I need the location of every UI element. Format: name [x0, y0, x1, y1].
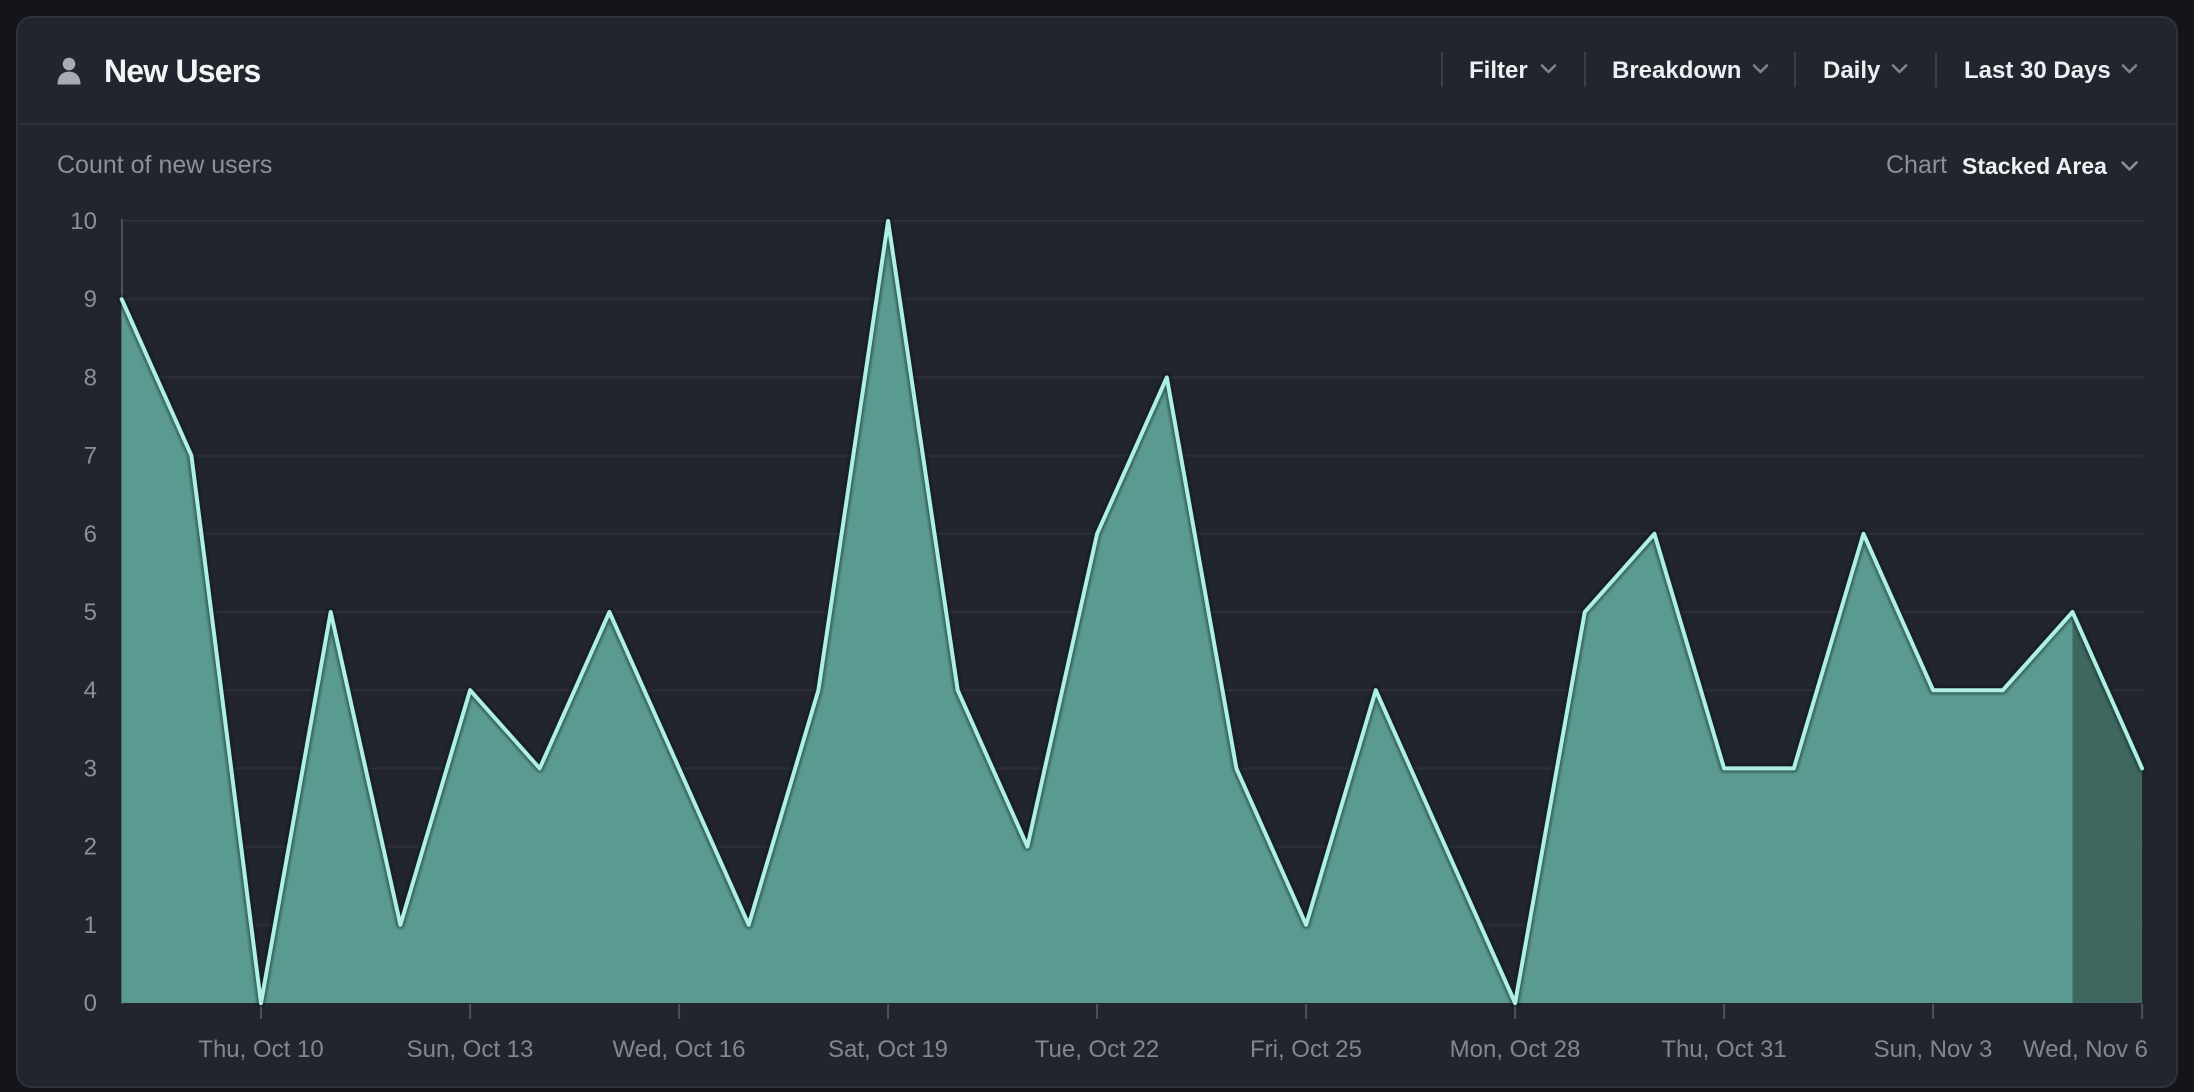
svg-text:Mon, Oct 28: Mon, Oct 28 [1450, 1036, 1581, 1063]
svg-text:9: 9 [84, 286, 97, 313]
svg-text:Wed, Oct 16: Wed, Oct 16 [613, 1036, 746, 1063]
svg-text:Thu, Oct 10: Thu, Oct 10 [198, 1036, 323, 1063]
svg-text:10: 10 [70, 208, 97, 235]
svg-text:4: 4 [84, 677, 97, 704]
svg-text:1: 1 [84, 912, 97, 939]
svg-text:Fri, Oct 25: Fri, Oct 25 [1250, 1036, 1362, 1063]
svg-text:3: 3 [84, 755, 97, 782]
svg-text:7: 7 [84, 443, 97, 470]
svg-text:Wed, Nov 6: Wed, Nov 6 [2023, 1036, 2148, 1063]
svg-text:Sun, Oct 13: Sun, Oct 13 [407, 1036, 534, 1063]
svg-text:Sat, Oct 19: Sat, Oct 19 [828, 1036, 948, 1063]
svg-text:0: 0 [84, 990, 97, 1017]
svg-text:8: 8 [84, 364, 97, 391]
svg-text:Sun, Nov 3: Sun, Nov 3 [1874, 1036, 1993, 1063]
svg-text:6: 6 [84, 521, 97, 548]
svg-text:Thu, Oct 31: Thu, Oct 31 [1661, 1036, 1786, 1063]
svg-text:Tue, Oct 22: Tue, Oct 22 [1035, 1036, 1160, 1063]
svg-text:2: 2 [84, 834, 97, 861]
svg-text:5: 5 [84, 599, 97, 626]
